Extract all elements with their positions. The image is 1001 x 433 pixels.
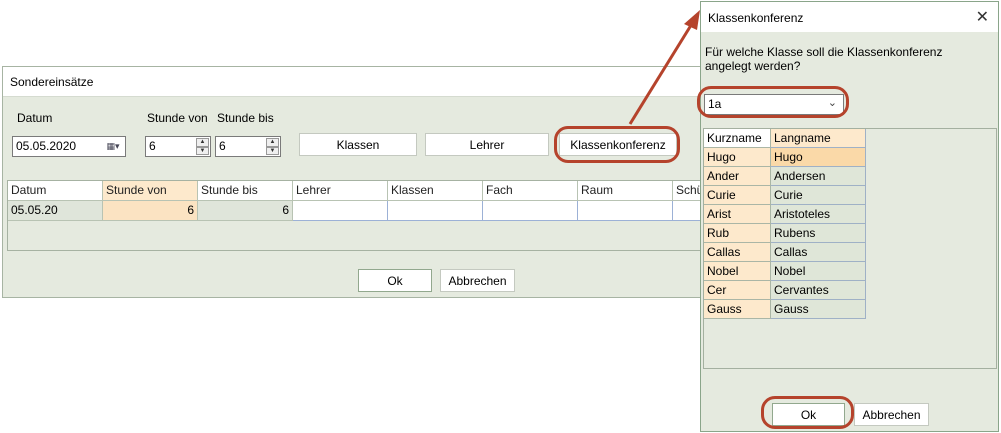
abbrechen-button[interactable]: Abbrechen <box>440 269 515 292</box>
dialog-title: Klassenkonferenz <box>708 11 804 25</box>
cell-klassen[interactable] <box>388 201 483 221</box>
datum-label: Datum <box>17 111 53 125</box>
cell-langname[interactable]: Nobel <box>771 262 866 281</box>
table-row[interactable]: Cer Cervantes <box>704 281 866 300</box>
cell-langname[interactable]: Aristoteles <box>771 205 866 224</box>
grid-header-row: Datum Stunde von Stunde bis Lehrer Klass… <box>8 181 703 201</box>
dialog-abbrechen-button[interactable]: Abbrechen <box>854 403 929 426</box>
cell-kurzname[interactable]: Ander <box>704 167 771 186</box>
cell-langname[interactable]: Curie <box>771 186 866 205</box>
col-header-stunde-bis[interactable]: Stunde bis <box>198 181 293 201</box>
cell-langname[interactable]: Callas <box>771 243 866 262</box>
stunde-bis-stepper[interactable]: 6 ▲ ▼ <box>215 136 281 157</box>
table-row[interactable]: 05.05.20 6 6 <box>8 201 703 221</box>
klassenkonferenz-button[interactable]: Klassenkonferenz <box>559 133 677 156</box>
dialog-titlebar: Klassenkonferenz ✕ <box>701 2 998 32</box>
sondereinsaetze-window: Sondereinsätze Datum Stunde von Stunde b… <box>2 66 705 298</box>
stunde-von-value: 6 <box>149 139 156 153</box>
cell-stunde-von[interactable]: 6 <box>103 201 198 221</box>
cell-raum[interactable] <box>578 201 673 221</box>
cell-datum[interactable]: 05.05.20 <box>8 201 103 221</box>
cell-kurzname[interactable]: Rub <box>704 224 771 243</box>
cell-langname[interactable]: Hugo <box>771 148 866 167</box>
stunde-bis-spin[interactable]: ▲ ▼ <box>266 138 279 155</box>
col-header-fach[interactable]: Fach <box>483 181 578 201</box>
cell-kurzname[interactable]: Hugo <box>704 148 771 167</box>
klassenkonferenz-dialog: Klassenkonferenz ✕ Für welche Klasse sol… <box>700 1 999 432</box>
stunde-bis-value: 6 <box>219 139 226 153</box>
main-titlebar: Sondereinsätze <box>3 67 704 97</box>
spin-up-icon[interactable]: ▲ <box>266 138 279 147</box>
klasse-select-value: 1a <box>708 97 722 111</box>
lehrer-button[interactable]: Lehrer <box>425 133 549 156</box>
col-header-datum[interactable]: Datum <box>8 181 103 201</box>
cell-kurzname[interactable]: Gauss <box>704 300 771 319</box>
stunde-bis-label: Stunde bis <box>217 111 274 125</box>
date-value: 05.05.2020 <box>16 139 77 153</box>
cell-langname[interactable]: Andersen <box>771 167 866 186</box>
table-row[interactable]: Hugo Hugo <box>704 148 866 167</box>
cell-langname[interactable]: Cervantes <box>771 281 866 300</box>
cell-kurzname[interactable]: Arist <box>704 205 771 224</box>
klassen-table-header: Kurzname Langname <box>704 129 866 148</box>
close-icon[interactable]: ✕ <box>976 7 989 27</box>
col-header-raum[interactable]: Raum <box>578 181 673 201</box>
ok-button[interactable]: Ok <box>358 269 432 292</box>
spin-down-icon[interactable]: ▼ <box>266 146 279 155</box>
dialog-question: Für welche Klasse soll die Klassenkonfer… <box>705 45 943 73</box>
cell-kurzname[interactable]: Curie <box>704 186 771 205</box>
col-header-stunde-von[interactable]: Stunde von <box>103 181 198 201</box>
col-header-klassen[interactable]: Klassen <box>388 181 483 201</box>
table-row[interactable]: Curie Curie <box>704 186 866 205</box>
spin-up-icon[interactable]: ▲ <box>196 138 209 147</box>
table-row[interactable]: Ander Andersen <box>704 167 866 186</box>
main-window-title: Sondereinsätze <box>10 75 94 89</box>
chevron-down-icon[interactable]: ⌄ <box>828 96 837 109</box>
table-row[interactable]: Gauss Gauss <box>704 300 866 319</box>
klassen-button[interactable]: Klassen <box>299 133 417 156</box>
date-field[interactable]: 05.05.2020 ▦▾ <box>12 136 126 157</box>
spin-down-icon[interactable]: ▼ <box>196 146 209 155</box>
stunde-von-spin[interactable]: ▲ ▼ <box>196 138 209 155</box>
cell-kurzname[interactable]: Nobel <box>704 262 771 281</box>
dialog-ok-button[interactable]: Ok <box>772 403 845 426</box>
cell-kurzname[interactable]: Callas <box>704 243 771 262</box>
cell-kurzname[interactable]: Cer <box>704 281 771 300</box>
stunde-von-stepper[interactable]: 6 ▲ ▼ <box>145 136 211 157</box>
cell-langname[interactable]: Gauss <box>771 300 866 319</box>
stunde-von-label: Stunde von <box>147 111 208 125</box>
cell-langname[interactable]: Rubens <box>771 224 866 243</box>
cell-lehrer[interactable] <box>293 201 388 221</box>
col-header-lehrer[interactable]: Lehrer <box>293 181 388 201</box>
table-row[interactable]: Rub Rubens <box>704 224 866 243</box>
col-header-kurzname[interactable]: Kurzname <box>704 129 771 148</box>
table-row[interactable]: Callas Callas <box>704 243 866 262</box>
col-header-langname[interactable]: Langname <box>771 129 866 148</box>
klasse-select[interactable]: 1a ⌄ <box>704 94 844 115</box>
sondereinsaetze-grid[interactable]: Datum Stunde von Stunde bis Lehrer Klass… <box>7 180 704 251</box>
arrow-head <box>684 10 700 30</box>
cell-stunde-bis[interactable]: 6 <box>198 201 293 221</box>
table-row[interactable]: Arist Aristoteles <box>704 205 866 224</box>
cell-fach[interactable] <box>483 201 578 221</box>
table-row[interactable]: Nobel Nobel <box>704 262 866 281</box>
calendar-icon[interactable]: ▦▾ <box>103 139 123 154</box>
klassen-table[interactable]: Kurzname Langname Hugo Hugo Ander Anders… <box>703 128 997 369</box>
